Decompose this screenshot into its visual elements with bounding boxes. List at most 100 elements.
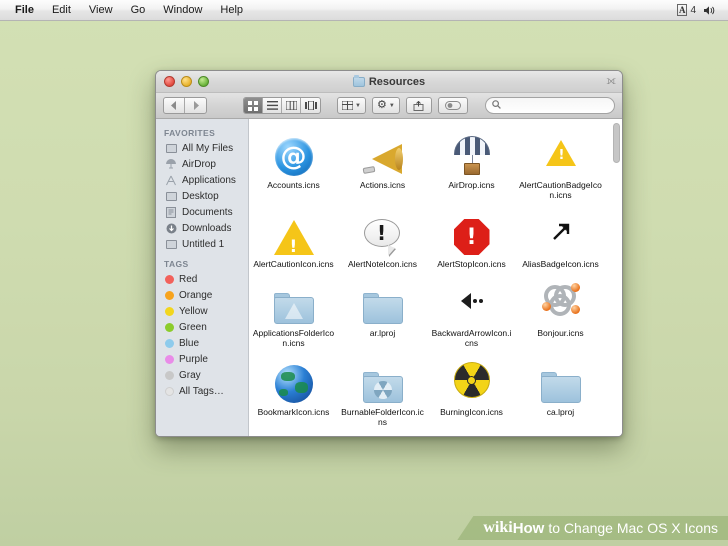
arrange-button[interactable]: ▼ bbox=[337, 97, 366, 114]
input-source-icon: A bbox=[676, 4, 688, 16]
column-view-button[interactable] bbox=[282, 98, 301, 113]
watermark-how: How bbox=[512, 519, 545, 537]
sidebar-item-label: All Tags… bbox=[179, 385, 224, 397]
sidebar-item-documents[interactable]: Documents bbox=[156, 204, 248, 220]
share-button[interactable] bbox=[405, 97, 432, 114]
file-item-alert-caution-badge[interactable]: ! AlertCautionBadgeIcon.icns bbox=[516, 128, 605, 200]
sidebar-tag-all-tags[interactable]: All Tags… bbox=[156, 383, 248, 399]
file-item-ca-lproj[interactable]: ca.lproj bbox=[516, 355, 605, 427]
file-item-alias-badge[interactable]: AliasBadgeIcon.icns bbox=[516, 207, 605, 269]
window-title-bar[interactable]: Resources ⟗ bbox=[156, 71, 622, 93]
file-item-accounts[interactable]: @ Accounts.icns bbox=[249, 128, 338, 200]
file-row: ApplicationsFolderIcon.icns ar.lproj Bac… bbox=[249, 276, 622, 348]
sidebar-tag-blue[interactable]: Blue bbox=[156, 335, 248, 351]
sidebar-section-favorites-title: FAVORITES bbox=[164, 128, 216, 138]
file-item-applications-folder[interactable]: ApplicationsFolderIcon.icns bbox=[249, 276, 338, 348]
file-item-bookmark[interactable]: BookmarkIcon.icns bbox=[249, 355, 338, 427]
forward-button[interactable] bbox=[185, 98, 206, 113]
sidebar-tag-gray[interactable]: Gray bbox=[156, 367, 248, 383]
all-my-files-icon bbox=[165, 143, 177, 154]
yellow-warning-triangle-icon: ! bbox=[545, 130, 576, 176]
file-item-airdrop[interactable]: AirDrop.icns bbox=[427, 128, 516, 200]
folder-icon bbox=[352, 74, 365, 87]
parachute-icon bbox=[452, 130, 492, 176]
finder-toolbar: ▼ ⚙ ▼ bbox=[156, 93, 622, 119]
megaphone-icon bbox=[362, 130, 404, 176]
sidebar-item-label: Desktop bbox=[182, 190, 219, 202]
menu-window[interactable]: Window bbox=[154, 0, 211, 21]
file-name: AlertNoteIcon.icns bbox=[348, 259, 417, 269]
sidebar-item-label: Gray bbox=[179, 369, 201, 381]
sidebar-item-desktop[interactable]: Desktop bbox=[156, 188, 248, 204]
window-body: FAVORITES All My Files AirDrop Applicati… bbox=[156, 119, 622, 436]
file-item-burning[interactable]: BurningIcon.icns bbox=[427, 355, 516, 427]
tag-color-dot bbox=[165, 338, 174, 348]
tag-button[interactable] bbox=[437, 97, 468, 114]
sidebar-tag-purple[interactable]: Purple bbox=[156, 351, 248, 367]
sidebar-item-applications[interactable]: Applications bbox=[156, 172, 248, 188]
desktop-icon bbox=[165, 191, 177, 202]
menu-file[interactable]: File bbox=[6, 0, 43, 21]
file-name: BurningIcon.icns bbox=[440, 407, 503, 417]
sidebar-item-label: Untitled 1 bbox=[182, 238, 225, 250]
navigation-buttons bbox=[163, 97, 207, 114]
file-item-alert-note[interactable]: ! AlertNoteIcon.icns bbox=[338, 207, 427, 269]
downloads-icon bbox=[165, 223, 177, 234]
tag-color-dot bbox=[165, 306, 174, 316]
file-item-burnable-folder[interactable]: BurnableFolderIcon.icns bbox=[338, 355, 427, 427]
sidebar-item-label: Documents bbox=[182, 206, 233, 218]
sidebar-item-label: Applications bbox=[182, 174, 236, 186]
file-name: AirDrop.icns bbox=[448, 180, 495, 190]
tag-color-dot bbox=[165, 386, 174, 396]
bonjour-rings-icon bbox=[541, 278, 581, 324]
sidebar-item-untitled-1[interactable]: Untitled 1 bbox=[156, 236, 248, 252]
applications-icon bbox=[165, 175, 177, 186]
file-item-backward-arrow[interactable]: BackwardArrowIcon.icns bbox=[427, 276, 516, 348]
file-item-bonjour[interactable]: Bonjour.icns bbox=[516, 276, 605, 348]
icon-view-button[interactable] bbox=[244, 98, 263, 113]
file-name: ca.lproj bbox=[546, 407, 575, 417]
menu-help[interactable]: Help bbox=[211, 0, 252, 21]
file-name: AliasBadgeIcon.icns bbox=[522, 259, 599, 269]
finder-window: Resources ⟗ ▼ ⚙ ▼ FAVORITES All My Files… bbox=[155, 70, 623, 437]
search-field[interactable] bbox=[485, 97, 615, 114]
wikihow-watermark: wiki How to Change Mac OS X Icons bbox=[457, 516, 728, 540]
tag-color-dot bbox=[165, 354, 174, 364]
sidebar-tag-red[interactable]: Red bbox=[156, 271, 248, 287]
file-row: BookmarkIcon.icns BurnableFolderIcon.icn… bbox=[249, 355, 622, 427]
menu-go[interactable]: Go bbox=[122, 0, 155, 21]
sidebar-item-label: Green bbox=[179, 321, 207, 333]
search-input[interactable] bbox=[505, 100, 608, 111]
sidebar-item-all-my-files[interactable]: All My Files bbox=[156, 140, 248, 156]
menu-view[interactable]: View bbox=[80, 0, 122, 21]
file-name: ApplicationsFolderIcon.icns bbox=[252, 328, 335, 348]
file-item-ar-lproj[interactable]: ar.lproj bbox=[338, 276, 427, 348]
sidebar-item-airdrop[interactable]: AirDrop bbox=[156, 156, 248, 172]
list-view-button[interactable] bbox=[263, 98, 282, 113]
airdrop-icon bbox=[165, 158, 177, 170]
sidebar-item-label: Red bbox=[179, 273, 198, 285]
file-name: BackwardArrowIcon.icns bbox=[431, 328, 512, 348]
yellow-warning-triangle-icon: ! bbox=[273, 209, 314, 257]
menu-edit[interactable]: Edit bbox=[43, 0, 80, 21]
file-item-alert-stop[interactable]: ! AlertStopIcon.icns bbox=[427, 207, 516, 269]
input-source-number: 4 bbox=[690, 4, 696, 16]
sidebar-tag-green[interactable]: Green bbox=[156, 319, 248, 335]
input-source-menu[interactable]: A 4 bbox=[676, 4, 696, 16]
backward-arrow-icon bbox=[455, 278, 489, 324]
menu-bar: File Edit View Go Window Help A 4 bbox=[0, 0, 728, 21]
view-mode-buttons bbox=[243, 97, 321, 114]
action-gear-button[interactable]: ⚙ ▼ bbox=[371, 97, 400, 114]
scrollbar-thumb[interactable] bbox=[613, 123, 620, 163]
coverflow-view-button[interactable] bbox=[301, 98, 320, 113]
sidebar-item-downloads[interactable]: Downloads bbox=[156, 220, 248, 236]
file-item-actions[interactable]: Actions.icns bbox=[338, 128, 427, 200]
volume-icon[interactable] bbox=[703, 5, 716, 16]
back-button[interactable] bbox=[164, 98, 185, 113]
vertical-scrollbar[interactable] bbox=[613, 123, 620, 433]
file-row: @ Accounts.icns Actions.icns AirDrop.icn… bbox=[249, 128, 622, 200]
file-name: BookmarkIcon.icns bbox=[257, 407, 330, 417]
file-item-alert-caution[interactable]: ! AlertCautionIcon.icns bbox=[249, 207, 338, 269]
sidebar-tag-yellow[interactable]: Yellow bbox=[156, 303, 248, 319]
sidebar-tag-orange[interactable]: Orange bbox=[156, 287, 248, 303]
